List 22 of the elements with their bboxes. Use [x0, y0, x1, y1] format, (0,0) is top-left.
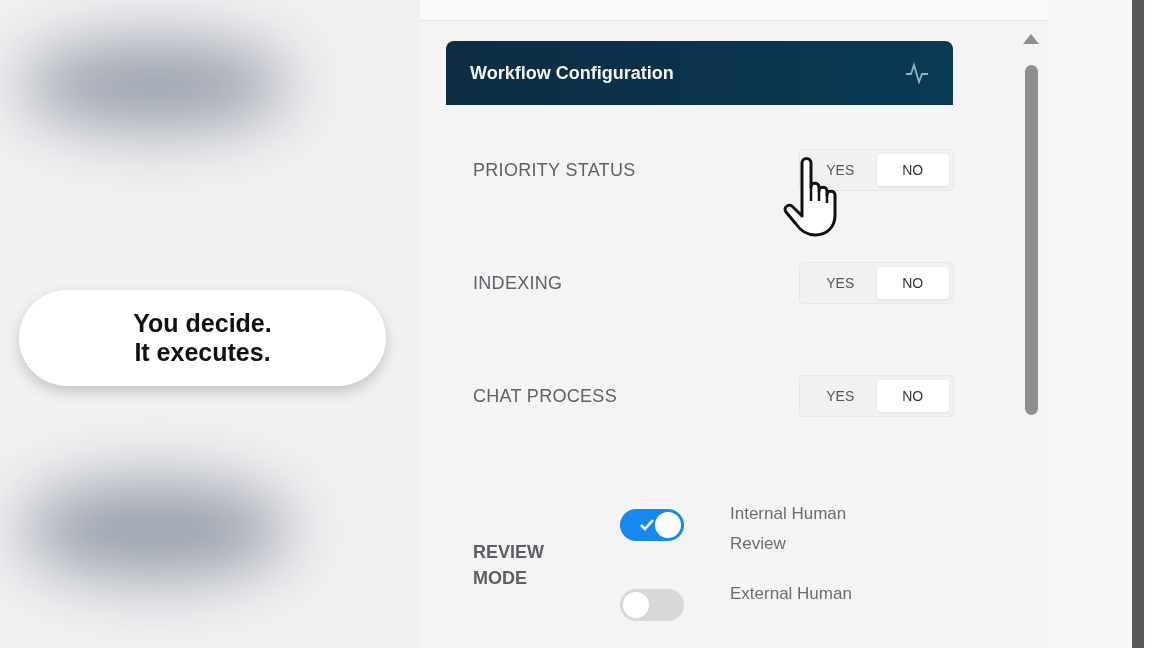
scroll-up-icon[interactable] — [1022, 33, 1040, 45]
toggle-option[interactable]: NO — [876, 154, 949, 186]
callout-text: It executes. — [134, 338, 271, 367]
toggle-switch[interactable] — [620, 509, 684, 541]
scrollbar-thumb[interactable] — [1024, 65, 1038, 415]
toggle-option[interactable]: YES — [804, 380, 877, 412]
switch-knob — [655, 512, 681, 538]
setting-label: PRIORITY STATUS — [473, 159, 636, 181]
toggle-option[interactable]: YES — [804, 267, 877, 299]
switch-knob — [623, 592, 649, 618]
pulse-icon — [905, 62, 929, 84]
toggle-option[interactable]: NO — [876, 267, 949, 299]
callout-text: You decide. — [133, 309, 272, 338]
review-mode-label: REVIEW MODE — [473, 541, 545, 590]
check-icon — [640, 519, 654, 531]
setting-label: INDEXING — [473, 272, 563, 294]
review-option-label: Internal Human Review — [730, 503, 848, 555]
panel-title: Workflow Configuration — [470, 62, 674, 84]
review-option-label: External Human — [730, 583, 853, 605]
toggle-switch[interactable] — [620, 589, 684, 621]
setting-label: CHAT PROCESS — [473, 385, 617, 407]
toggle-option[interactable]: NO — [876, 380, 949, 412]
